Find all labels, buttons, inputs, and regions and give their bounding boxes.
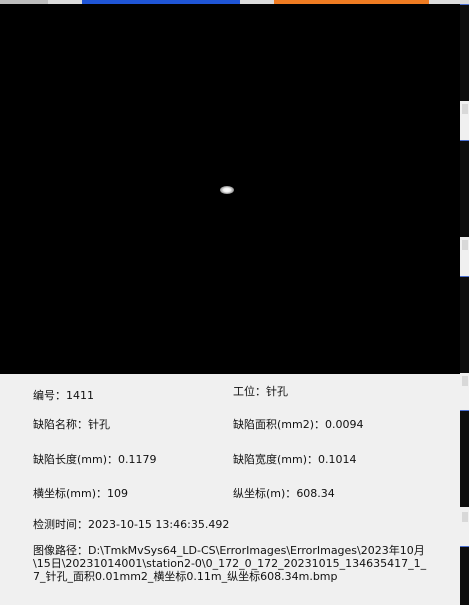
x-coordinate-label: 横坐标(mm)： bbox=[33, 487, 108, 500]
defect-name-field: 缺陷名称：针孔 bbox=[33, 418, 110, 432]
adjacent-panel-label bbox=[462, 512, 468, 522]
number-value: 1411 bbox=[66, 389, 94, 402]
adjacent-panel[interactable] bbox=[460, 4, 469, 101]
station-field: 工位：针孔 bbox=[233, 385, 288, 399]
x-coordinate-field: 横坐标(mm)：109 bbox=[33, 487, 128, 501]
number-label: 编号： bbox=[33, 389, 66, 402]
detect-time-label: 检测时间： bbox=[33, 518, 88, 531]
adjacent-panel[interactable] bbox=[460, 410, 469, 507]
adjacent-panels-edge bbox=[460, 4, 469, 605]
defect-width-value: 0.1014 bbox=[318, 453, 357, 466]
defect-area-field: 缺陷面积(mm2)：0.0094 bbox=[233, 418, 364, 432]
defect-width-field: 缺陷宽度(mm)：0.1014 bbox=[233, 453, 357, 467]
adjacent-panel[interactable] bbox=[460, 276, 469, 373]
image-path-field: 图像路径：D:\TmkMvSys64_LD-CS\ErrorImages\Err… bbox=[33, 544, 433, 583]
detect-time-field: 检测时间：2023-10-15 13:46:35.492 bbox=[33, 518, 229, 532]
defect-name-value: 针孔 bbox=[88, 418, 110, 431]
defect-area-label: 缺陷面积(mm2)： bbox=[233, 418, 326, 431]
x-coordinate-value: 109 bbox=[107, 487, 129, 500]
defect-length-label: 缺陷长度(mm)： bbox=[33, 453, 119, 466]
adjacent-panel[interactable] bbox=[460, 546, 469, 605]
image-path-label: 图像路径： bbox=[33, 544, 88, 557]
adjacent-panel-label bbox=[462, 240, 468, 250]
defect-width-label: 缺陷宽度(mm)： bbox=[233, 453, 319, 466]
defect-area-value: 0.0094 bbox=[325, 418, 364, 431]
number-field: 编号：1411 bbox=[33, 389, 94, 403]
y-coordinate-value: 608.34 bbox=[296, 487, 335, 500]
adjacent-panel-label bbox=[462, 104, 468, 114]
defect-image-viewer[interactable] bbox=[0, 4, 460, 374]
adjacent-panel[interactable] bbox=[460, 140, 469, 237]
adjacent-panel-label bbox=[462, 376, 468, 386]
defect-spot bbox=[220, 186, 234, 194]
image-path-value: D:\TmkMvSys64_LD-CS\ErrorImages\ErrorIma… bbox=[33, 544, 427, 583]
station-value: 针孔 bbox=[266, 385, 288, 398]
defect-length-value: 0.1179 bbox=[118, 453, 157, 466]
defect-name-label: 缺陷名称： bbox=[33, 418, 88, 431]
station-label: 工位： bbox=[233, 385, 266, 398]
defect-info-panel: 编号：1411 工位：针孔 缺陷名称：针孔 缺陷面积(mm2)：0.0094 缺… bbox=[0, 374, 460, 604]
detect-time-value: 2023-10-15 13:46:35.492 bbox=[88, 518, 230, 531]
y-coordinate-field: 纵坐标(m)：608.34 bbox=[233, 487, 335, 501]
defect-length-field: 缺陷长度(mm)：0.1179 bbox=[33, 453, 157, 467]
y-coordinate-label: 纵坐标(m)： bbox=[233, 487, 297, 500]
